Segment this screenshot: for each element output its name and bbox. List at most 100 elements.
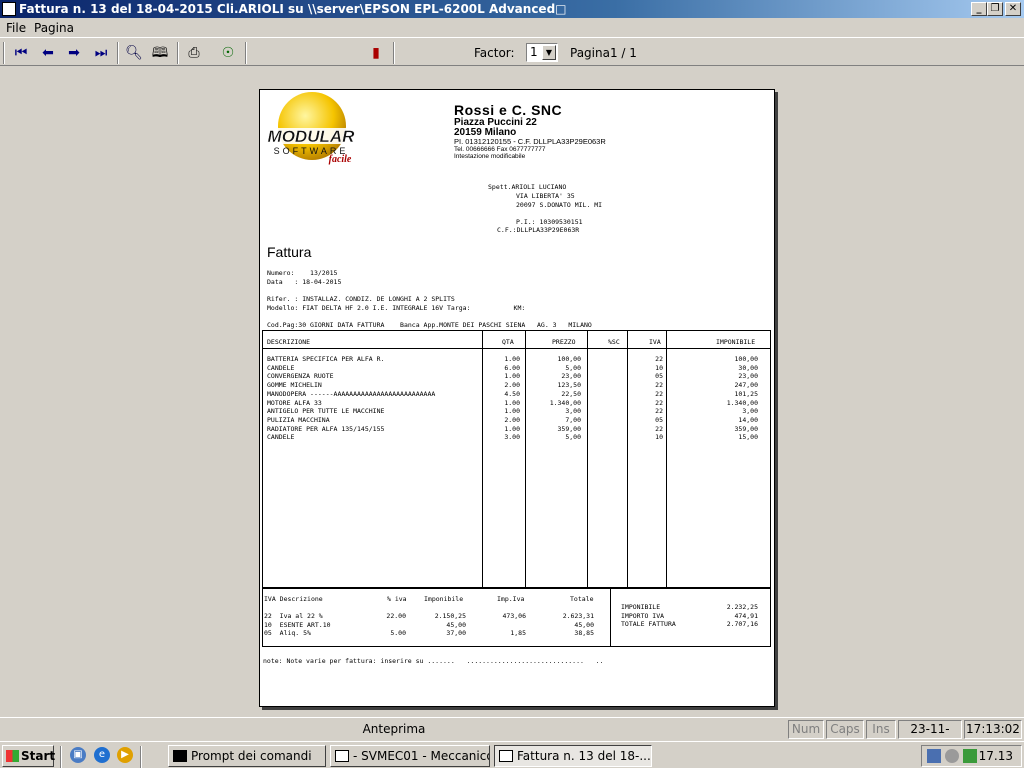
toolbar-separator [393, 42, 395, 64]
windows-flag-icon [6, 750, 19, 762]
vat-tot: 45,00 [574, 620, 594, 629]
item-prezzo: 5,00 [565, 363, 581, 372]
item-iva: 22 [655, 389, 663, 398]
factor-select[interactable]: 1 ▼ [526, 43, 558, 62]
toolbar-separator [245, 42, 247, 64]
item-qta: 6.00 [504, 363, 520, 372]
recipient-street: VIA LIBERTA' 35 [516, 192, 575, 200]
vat-header-totale: Totale [570, 595, 594, 603]
total-label: TOTALE FATTURA [621, 620, 676, 628]
system-tray: 17.13 [921, 745, 1022, 767]
header-imponibile: IMPONIBILE [716, 338, 756, 346]
vat-pct: 22.00 [386, 612, 406, 620]
vat-header-code: IVA Descrizione [264, 595, 323, 603]
menu-pagina[interactable]: Pagina [34, 21, 74, 35]
svg-text:facile: facile [329, 154, 352, 165]
item-prezzo: 5,00 [565, 433, 581, 442]
company-fiscal: PI. 01312120155 - C.F. DLLPLA33P29E063R [454, 137, 606, 146]
menu-file[interactable]: File [6, 21, 26, 35]
status-caps: Caps [826, 720, 864, 739]
start-button[interactable]: Start [2, 745, 56, 767]
total-value: 474,91 [734, 611, 758, 620]
restore-button[interactable]: ❐ [987, 2, 1003, 16]
status-time: 17:13:02 [964, 720, 1022, 739]
network-icon[interactable] [927, 749, 941, 763]
zoom-icon[interactable]: 🔍︎ [123, 43, 145, 63]
item-desc: BATTERIA SPECIFICA PER ALFA R. [267, 355, 385, 363]
svg-text:MODULAR: MODULAR [268, 127, 356, 146]
chevron-down-icon[interactable]: ▼ [542, 45, 556, 60]
internet-explorer-icon[interactable]: e [94, 747, 110, 763]
status-num: Num [788, 720, 824, 739]
menu-bar: File Pagina [0, 18, 1024, 37]
first-page-icon[interactable]: ⏮ [10, 43, 32, 63]
item-desc: MOTORE ALFA 33 [267, 398, 322, 407]
task-fattura[interactable]: Fattura n. 13 del 18-... [494, 745, 652, 767]
window-icon [499, 750, 513, 762]
item-desc: CONVERGENZA RUOTE [267, 372, 334, 381]
item-prezzo: 23,00 [561, 372, 581, 381]
item-qta: 2.00 [504, 415, 520, 424]
reference: Rifer. : INSTALLAZ. CONDIZ. DE LONGHI A … [267, 295, 455, 303]
media-player-icon[interactable]: ▶ [117, 747, 133, 763]
item-qta: 4.50 [504, 389, 520, 398]
taskbar-separator [60, 746, 62, 768]
vat-code: 05 Aliq. 5% [264, 629, 311, 637]
minimize-button[interactable]: _ [971, 2, 987, 16]
toolbar-separator [117, 42, 119, 64]
toolbar: ⏮ ⬅ ➡ ⏭ 🔍︎ 🕮︎ ⎙ ☉ ▮ Factor: 1 ▼ Pagina1 … [0, 37, 1024, 66]
security-icon[interactable] [945, 749, 959, 763]
item-desc: GOMME MICHELIN [267, 381, 322, 390]
header-iva: IVA [649, 338, 661, 346]
export-icon[interactable]: ☉ [217, 43, 239, 63]
status-ins: Ins [866, 720, 896, 739]
console-icon [173, 750, 187, 762]
item-iva: 22 [655, 407, 663, 416]
recipient-cf: C.F.:DLLPLA33P29E063R [497, 226, 580, 234]
two-pages-icon[interactable]: 🕮︎ [149, 43, 171, 63]
item-imp: 23,00 [738, 372, 758, 381]
start-label: Start [21, 749, 56, 763]
vat-tot: 2.623,31 [562, 612, 594, 620]
item-imp: 101,25 [734, 389, 758, 398]
window-title: Fattura n. 13 del 18-04-2015 Cli.ARIOLI … [19, 2, 567, 16]
vat-code: 10 ESENTE ART.10 [264, 620, 331, 629]
show-desktop-icon[interactable]: ▣ [70, 747, 86, 763]
item-iva: 10 [655, 433, 663, 442]
total-label: IMPONIBILE [621, 603, 661, 611]
total-value: 2.707,16 [726, 620, 758, 628]
item-desc: RADIATORE PER ALFA 135/145/155 [267, 424, 385, 433]
items-header-rule [262, 348, 771, 349]
item-imp: 30,00 [738, 363, 758, 372]
item-prezzo: 3,00 [565, 407, 581, 416]
header-prezzo: PREZZO [552, 338, 576, 346]
item-iva: 05 [655, 415, 663, 424]
prev-page-icon[interactable]: ⬅ [37, 43, 59, 63]
next-page-icon[interactable]: ➡ [63, 43, 85, 63]
vat-code: 22 Iva al 22 % [264, 612, 323, 620]
item-iva: 22 [655, 381, 663, 390]
factor-value: 1 [530, 45, 538, 59]
task-prompt[interactable]: Prompt dei comandi [168, 745, 326, 767]
vat-tot: 38,85 [574, 629, 594, 637]
header-qta: QTA [502, 338, 514, 346]
page-indicator: Pagina1 / 1 [570, 46, 637, 60]
vehicle-model: Modello: FIAT DELTA HF 2.0 I.E. INTEGRAL… [267, 304, 526, 312]
close-button[interactable]: ✕ [1005, 2, 1021, 16]
invoice-page: MODULAR SOFTWARE facile Rossi e C. SNC P… [259, 89, 775, 707]
printer-icon[interactable]: ⎙ [183, 43, 205, 63]
taskbar: Start ▣ e ▶ Prompt dei comandi - SVMEC01… [0, 741, 1024, 768]
task-svmec01-label: - SVMEC01 - Meccanico ... [353, 749, 490, 763]
item-iva: 10 [655, 363, 663, 372]
item-desc: ANTIGELO PER TUTTE LE MACCHINE [267, 407, 385, 416]
preview-area[interactable]: MODULAR SOFTWARE facile Rossi e C. SNC P… [0, 67, 1024, 716]
header-sc: %SC [608, 338, 620, 346]
company-header: Rossi e C. SNC Piazza Puccini 22 20159 M… [454, 102, 606, 160]
task-svmec01[interactable]: - SVMEC01 - Meccanico ... [330, 745, 490, 767]
total-value: 2.232,25 [726, 603, 758, 611]
item-prezzo: 1.340,00 [549, 398, 581, 407]
exit-door-icon[interactable]: ▮ [365, 43, 387, 63]
last-page-icon[interactable]: ⏭ [90, 43, 112, 63]
update-icon[interactable] [963, 749, 977, 763]
vat-imp: 45,00 [446, 620, 466, 629]
